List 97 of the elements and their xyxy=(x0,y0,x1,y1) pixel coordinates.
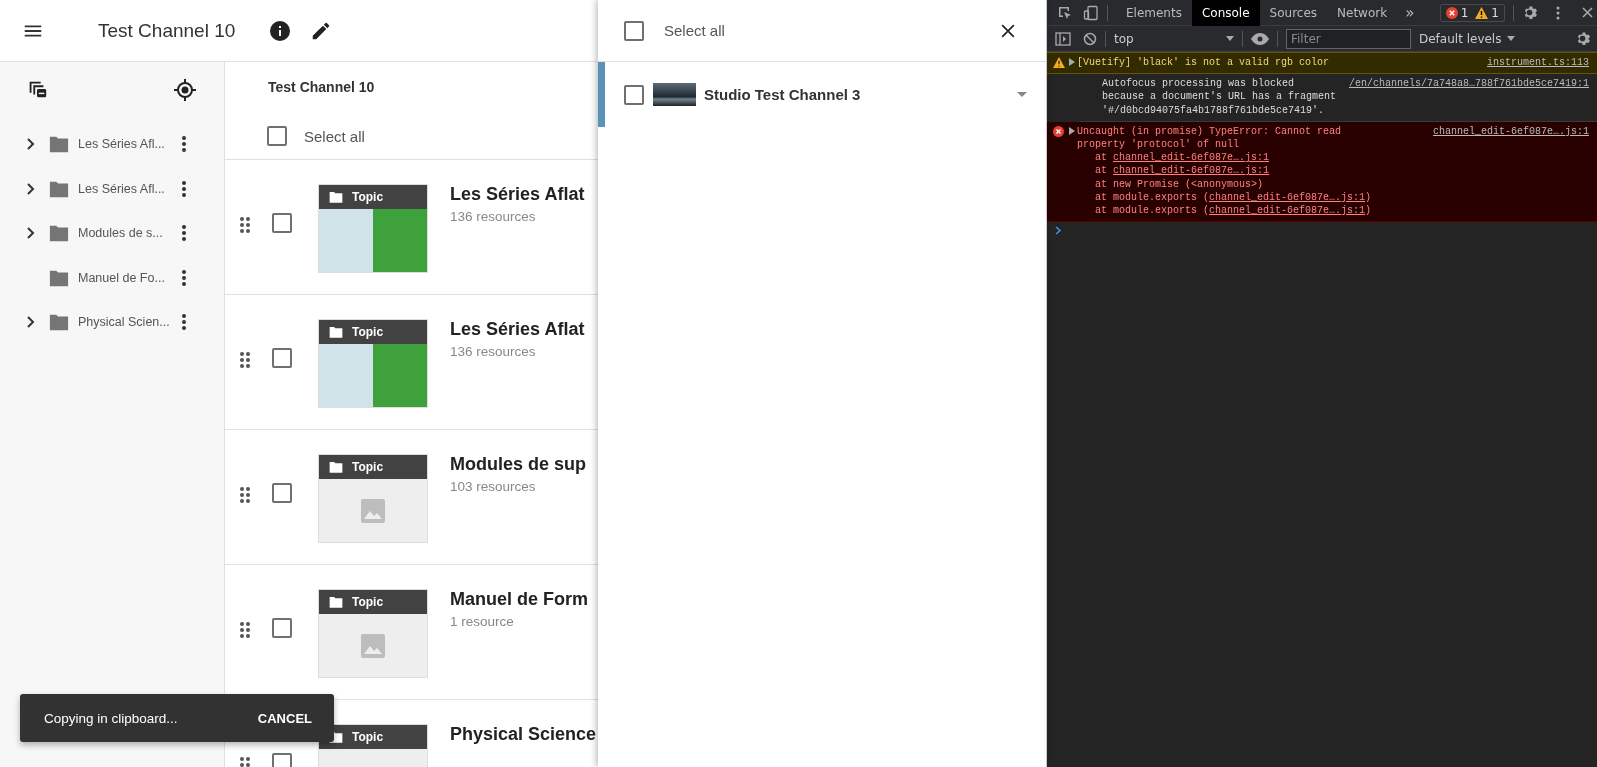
more-options-icon[interactable] xyxy=(180,268,188,287)
source-link[interactable]: channel_edit-6ef087e….js:1 xyxy=(1209,205,1366,217)
topic-tag: Topic xyxy=(352,595,384,609)
devtools-tab[interactable]: Network xyxy=(1327,0,1398,26)
resource-count: 136 resources xyxy=(450,344,537,359)
close-icon[interactable] xyxy=(1582,7,1593,18)
drag-handle-icon[interactable] xyxy=(239,216,251,234)
checkbox[interactable] xyxy=(272,483,292,503)
resource-count: 103 resources xyxy=(450,479,537,494)
topic-title[interactable]: Manuel de Form xyxy=(450,589,588,610)
device-icon[interactable] xyxy=(1083,4,1099,21)
filter-field[interactable]: Filter xyxy=(1286,28,1411,49)
devtools-tab[interactable]: Sources xyxy=(1259,0,1328,26)
channel-name: Studio Test Channel 3 xyxy=(704,86,861,103)
log-levels-dropdown[interactable]: Default levels xyxy=(1419,31,1516,46)
drag-handle-icon[interactable] xyxy=(239,351,251,369)
eye-icon[interactable] xyxy=(1251,32,1269,45)
topic-title[interactable]: Les Séries Aflat xyxy=(450,319,585,340)
more-options-icon[interactable] xyxy=(180,179,188,198)
devtools-tab[interactable]: Elements xyxy=(1116,0,1192,26)
more-options-icon[interactable] xyxy=(180,135,188,154)
topic-tag: Topic xyxy=(352,730,384,744)
checkbox[interactable] xyxy=(272,213,292,233)
photo-placeholder xyxy=(653,83,696,106)
more-options-icon[interactable] xyxy=(180,224,188,243)
tree-item-label[interactable]: Les Séries Afl... xyxy=(78,137,176,152)
source-link[interactable]: instrument.ts:113 xyxy=(1486,56,1589,70)
source-link[interactable]: channel_edit-6ef087e….js:1 xyxy=(1113,152,1270,164)
checkbox[interactable] xyxy=(272,753,292,767)
image-icon xyxy=(361,498,385,523)
folder-icon xyxy=(48,312,70,333)
tree-item-label[interactable]: Les Séries Afl... xyxy=(78,181,176,196)
topic-title[interactable]: Modules de sup xyxy=(450,454,586,475)
image-icon xyxy=(361,633,385,658)
stack-frame: at new Promise (<anonymous>) xyxy=(1069,177,1372,191)
cancel-button[interactable]: CANCEL xyxy=(251,704,318,732)
tree-item-label[interactable]: Manuel de Fo... xyxy=(78,270,176,285)
more-options-icon[interactable] xyxy=(180,313,188,332)
settings-icon[interactable] xyxy=(1575,30,1591,47)
console-message: Autofocus processing was blocked because a document's URL has a fragment '#/d0bcd94075fa4b1788f761bde5ce7419'. xyxy=(1102,77,1337,117)
console-message: [Vuetify] 'black' is not a valid rgb color xyxy=(1077,56,1330,70)
locate-icon[interactable] xyxy=(173,78,197,102)
topic-tag: Topic xyxy=(352,190,384,204)
folder-icon xyxy=(328,460,344,474)
more-options-icon[interactable] xyxy=(1556,5,1560,20)
tree-item-label[interactable]: Modules de s... xyxy=(78,226,176,241)
checkbox[interactable] xyxy=(272,618,292,638)
checkbox[interactable] xyxy=(624,84,644,105)
source-link[interactable]: /en/channels/7a748a8…788f761bde5ce7419:1 xyxy=(1348,77,1589,117)
sidebar-toggle-icon[interactable] xyxy=(1055,31,1071,46)
more-tabs-button[interactable]: » xyxy=(1397,3,1423,22)
stack-frame: at module.exports (channel_edit-6ef087e….js:1) xyxy=(1069,190,1372,205)
expand-triangle-icon[interactable] xyxy=(1069,58,1075,66)
caret-down-icon xyxy=(1226,36,1234,41)
folder-icon xyxy=(328,595,344,609)
folder-icon xyxy=(328,190,344,204)
info-icon[interactable] xyxy=(268,18,293,43)
stack-frame: at module.exports (channel_edit-6ef087e….js:1) xyxy=(1069,204,1372,218)
folder-icon xyxy=(48,223,70,244)
checkbox[interactable] xyxy=(272,348,292,368)
folder-icon xyxy=(48,134,70,155)
context-selector[interactable]: top xyxy=(1114,31,1234,46)
devtools-tab[interactable]: Console xyxy=(1191,0,1260,26)
topic-tag: Topic xyxy=(352,325,384,339)
caret-down-icon xyxy=(1507,36,1516,41)
resource-count: 1 resource xyxy=(450,614,515,629)
source-link[interactable]: channel_edit-6ef087e….js:1 xyxy=(1432,124,1589,218)
settings-icon[interactable] xyxy=(1522,4,1538,21)
snackbar-message: Copying in clipboard... xyxy=(44,710,178,726)
source-link[interactable]: channel_edit-6ef087e….js:1 xyxy=(1113,165,1270,177)
channel-title: Test Channel 10 xyxy=(98,19,236,42)
expand-triangle-icon[interactable] xyxy=(1069,126,1075,135)
error-icon xyxy=(1053,125,1064,137)
tree-item-label[interactable]: Physical Scien... xyxy=(78,315,176,330)
inspect-icon[interactable] xyxy=(1057,4,1073,21)
error-icon xyxy=(1445,6,1458,19)
issues-counter[interactable]: 1 1 xyxy=(1439,3,1505,22)
drag-handle-icon[interactable] xyxy=(239,486,251,504)
clear-console-icon[interactable] xyxy=(1083,31,1097,46)
topic-title[interactable]: Physical Science xyxy=(450,724,597,745)
source-link[interactable]: channel_edit-6ef087e….js:1 xyxy=(1209,191,1366,203)
topic-title[interactable]: Les Séries Aflat xyxy=(450,184,585,205)
stack-frame: at channel_edit-6ef087e….js:1 xyxy=(1069,164,1372,178)
folder-icon xyxy=(328,325,344,339)
topic-tag: Topic xyxy=(352,460,384,474)
warning-icon xyxy=(1475,6,1489,19)
resource-count: 136 resources xyxy=(450,209,537,224)
select-all-checkbox[interactable] xyxy=(267,126,287,146)
caret-down-icon[interactable] xyxy=(1017,92,1027,97)
select-all-label: Select all xyxy=(664,22,725,39)
select-all-checkbox[interactable] xyxy=(624,20,644,41)
content-heading: Test Channel 10 xyxy=(267,78,376,97)
warning-icon xyxy=(1053,57,1065,68)
stack-frame: at channel_edit-6ef087e….js:1 xyxy=(1069,151,1372,165)
select-all-label: Select all xyxy=(304,127,365,145)
drag-handle-icon[interactable] xyxy=(239,621,251,639)
prompt-chevron-icon[interactable] xyxy=(1055,226,1062,236)
